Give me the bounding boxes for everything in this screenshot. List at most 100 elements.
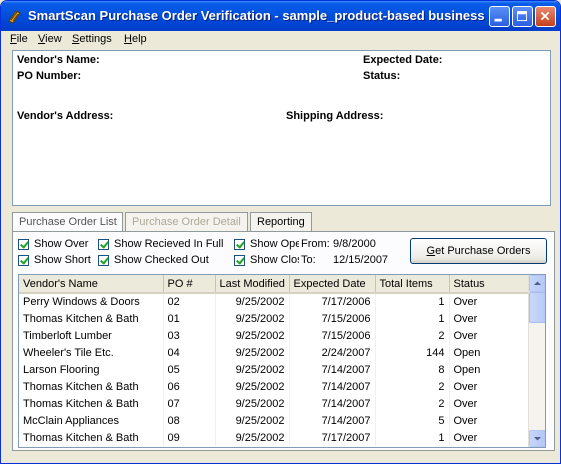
menu-file[interactable]: File xyxy=(10,33,28,45)
po-number-cell: 05 xyxy=(163,361,216,378)
maximize-button[interactable] xyxy=(512,6,533,27)
total-items-cell: 2 xyxy=(375,395,450,412)
menu-help[interactable]: Help xyxy=(124,33,147,45)
status-label: Status: xyxy=(363,70,401,82)
expected-date-cell: 7/15/2006 xyxy=(289,327,376,344)
vertical-scrollbar[interactable] xyxy=(528,275,545,447)
last-modified-cell: 9/25/2002 xyxy=(215,344,290,361)
checkbox-checked-icon xyxy=(18,239,29,250)
show-open-checkbox[interactable]: Show Open xyxy=(234,238,299,252)
from-label: From: xyxy=(301,238,330,250)
show-received-full-checkbox[interactable]: Show Recieved In Full xyxy=(98,238,232,252)
menu-settings[interactable]: Settings xyxy=(72,33,112,45)
checkbox-checked-icon xyxy=(98,239,109,250)
column-header-last-modified[interactable]: Last Modified xyxy=(215,275,290,294)
vendor-name-cell: Thomas Kitchen & Bath xyxy=(19,378,164,395)
table-row[interactable]: McClain Appliances 08 9/25/2002 7/14/200… xyxy=(19,412,530,429)
expected-date-label: Expected Date: xyxy=(363,54,443,66)
show-short-label: Show Short xyxy=(34,254,91,266)
tab-purchase-order-list[interactable]: Purchase Order List xyxy=(12,212,123,233)
total-items-cell: 144 xyxy=(375,344,450,361)
scroll-thumb[interactable] xyxy=(529,292,545,323)
last-modified-cell: 9/25/2002 xyxy=(215,395,290,412)
menu-bar: File View Settings Help xyxy=(1,31,560,49)
expected-date-cell: 7/14/2007 xyxy=(289,395,376,412)
total-items-cell: 8 xyxy=(375,361,450,378)
po-number-cell: 03 xyxy=(163,327,216,344)
title-bar[interactable]: SmartScan Purchase Order Verification - … xyxy=(1,1,560,31)
last-modified-cell: 9/25/2002 xyxy=(215,293,290,310)
expected-date-cell: 7/14/2007 xyxy=(289,412,376,429)
po-number-cell: 06 xyxy=(163,378,216,395)
show-short-checkbox[interactable]: Show Short xyxy=(18,254,98,268)
vendor-name-cell: Larson Flooring xyxy=(19,361,164,378)
po-number-cell: 08 xyxy=(163,412,216,429)
arrow-up-icon xyxy=(534,281,541,285)
show-closed-checkbox[interactable]: Show Closed xyxy=(234,254,299,268)
vendor-name-cell: Wheeler's Tile Etc. xyxy=(19,344,164,361)
table-row[interactable]: Wheeler's Tile Etc. 04 9/25/2002 2/24/20… xyxy=(19,344,530,361)
total-items-cell: 5 xyxy=(375,412,450,429)
vendor-name-cell: Thomas Kitchen & Bath xyxy=(19,310,164,327)
status-cell: Over xyxy=(449,378,530,395)
table-row[interactable]: Thomas Kitchen & Bath 07 9/25/2002 7/14/… xyxy=(19,395,530,412)
to-date-value[interactable]: 12/15/2007 xyxy=(333,254,388,266)
show-checked-out-label: Show Checked Out xyxy=(114,254,209,266)
show-over-label: Show Over xyxy=(34,238,89,250)
last-modified-cell: 9/25/2002 xyxy=(215,310,290,327)
vendor-address-label: Vendor's Address: xyxy=(17,110,114,122)
vendor-name-cell: Perry Windows & Doors xyxy=(19,293,164,310)
window-title: SmartScan Purchase Order Verification - … xyxy=(28,8,485,23)
menu-view[interactable]: View xyxy=(38,33,62,45)
status-cell: Over xyxy=(449,429,530,446)
column-header-expected-date[interactable]: Expected Date xyxy=(289,275,376,294)
status-cell: Over xyxy=(449,310,530,327)
total-items-cell: 1 xyxy=(375,293,450,310)
column-header-po-number[interactable]: PO # xyxy=(163,275,216,294)
expected-date-cell: 2/24/2007 xyxy=(289,344,376,361)
close-icon xyxy=(540,11,550,21)
status-cell: Over xyxy=(449,327,530,344)
expected-date-cell: 7/15/2006 xyxy=(289,310,376,327)
from-date-value[interactable]: 9/8/2000 xyxy=(333,238,376,250)
status-cell: Open xyxy=(449,344,530,361)
checkbox-checked-icon xyxy=(234,239,245,250)
po-number-label: PO Number: xyxy=(17,70,82,82)
arrow-down-icon xyxy=(534,437,541,441)
last-modified-cell: 9/25/2002 xyxy=(215,429,290,446)
last-modified-cell: 9/25/2002 xyxy=(215,327,290,344)
maximize-icon xyxy=(517,11,528,22)
total-items-cell: 1 xyxy=(375,310,450,327)
vendor-name-cell: Timberloft Lumber xyxy=(19,327,164,344)
column-header-status[interactable]: Status xyxy=(449,275,530,294)
total-items-cell: 2 xyxy=(375,378,450,395)
show-over-checkbox[interactable]: Show Over xyxy=(18,238,98,252)
close-button[interactable] xyxy=(535,6,556,27)
expected-date-cell: 7/17/2007 xyxy=(289,429,376,446)
checkbox-checked-icon xyxy=(98,255,109,266)
expected-date-cell: 7/14/2007 xyxy=(289,378,376,395)
table-row[interactable]: Thomas Kitchen & Bath 09 9/25/2002 7/17/… xyxy=(19,429,530,446)
column-header-vendor-name[interactable]: Vendor's Name xyxy=(19,275,164,294)
shipping-address-label: Shipping Address: xyxy=(286,110,384,122)
scroll-down-button[interactable] xyxy=(529,430,545,447)
column-header-total-items[interactable]: Total Items xyxy=(375,275,450,294)
total-items-cell: 2 xyxy=(375,327,450,344)
table-row[interactable]: Perry Windows & Doors 02 9/25/2002 7/17/… xyxy=(19,293,530,310)
tab-reporting[interactable]: Reporting xyxy=(250,212,312,232)
scroll-up-button[interactable] xyxy=(529,275,545,292)
vendor-name-cell: Thomas Kitchen & Bath xyxy=(19,429,164,446)
table-row[interactable]: Larson Flooring 05 9/25/2002 7/14/2007 8… xyxy=(19,361,530,378)
vendor-name-label: Vendor's Name: xyxy=(17,54,100,66)
table-row[interactable]: Timberloft Lumber 03 9/25/2002 7/15/2006… xyxy=(19,327,530,344)
last-modified-cell: 9/25/2002 xyxy=(215,361,290,378)
status-cell: Open xyxy=(449,361,530,378)
get-purchase-orders-button[interactable]: Get Purchase Orders xyxy=(410,238,547,264)
table-row[interactable]: Thomas Kitchen & Bath 06 9/25/2002 7/14/… xyxy=(19,378,530,395)
vendor-name-cell: Thomas Kitchen & Bath xyxy=(19,395,164,412)
checkbox-checked-icon xyxy=(18,255,29,266)
show-closed-label: Show Closed xyxy=(250,254,299,266)
show-checked-out-checkbox[interactable]: Show Checked Out xyxy=(98,254,232,268)
table-row[interactable]: Thomas Kitchen & Bath 01 9/25/2002 7/15/… xyxy=(19,310,530,327)
minimize-button[interactable] xyxy=(489,6,510,27)
